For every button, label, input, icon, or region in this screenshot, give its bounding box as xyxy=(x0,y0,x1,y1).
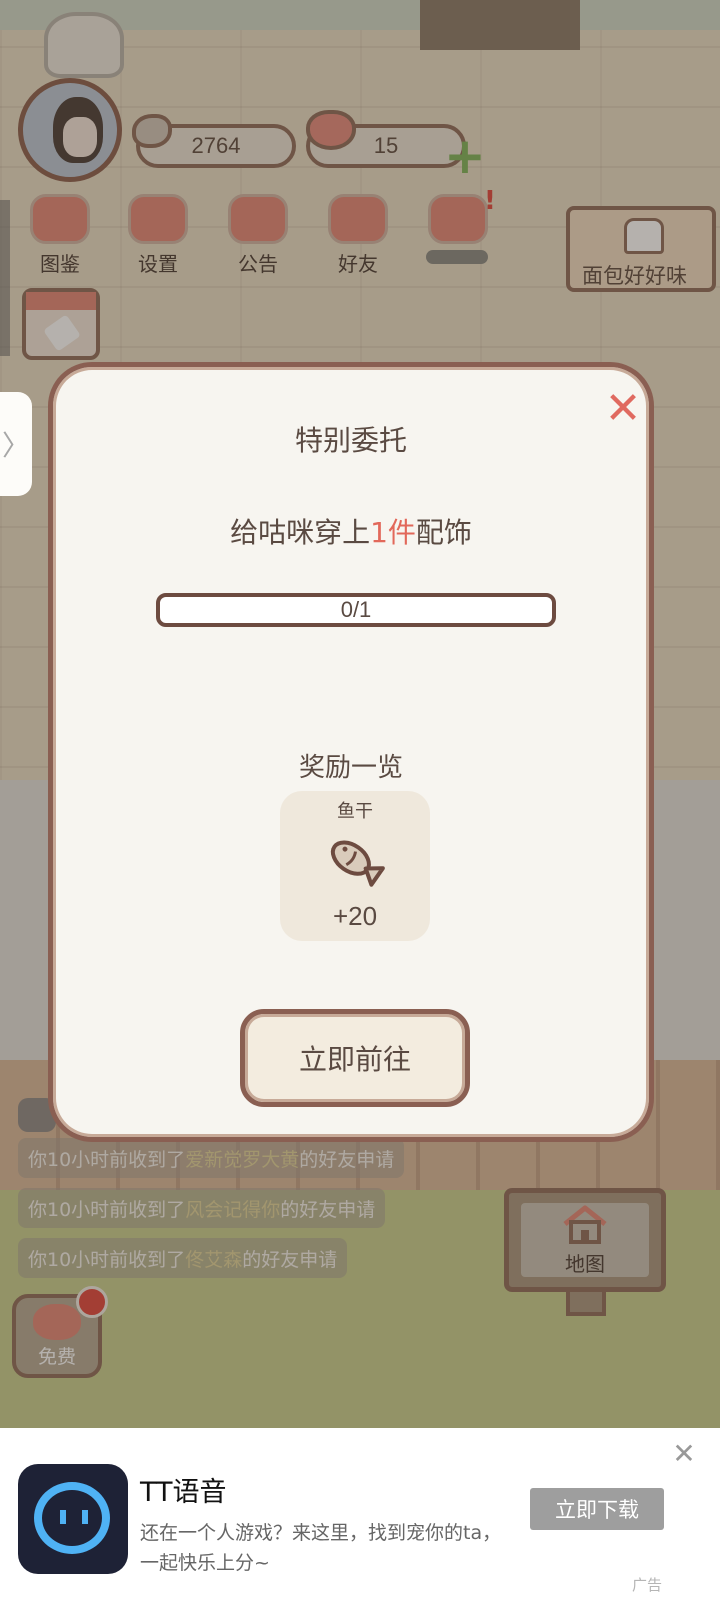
ad-description: 还在一个人游戏？来这里，找到宠你的ta，一起快乐上分~ xyxy=(140,1522,502,1574)
ad-title[interactable]: TT语音 xyxy=(140,1470,227,1509)
reward-name: 鱼干 xyxy=(337,801,373,822)
ad-label: 广告 xyxy=(632,1576,663,1594)
task-highlight: 1件 xyxy=(370,516,416,549)
close-icon[interactable]: ✕ xyxy=(601,387,645,431)
app-icon-eyes xyxy=(60,1510,88,1524)
reward-amount: +20 xyxy=(332,901,378,931)
tt-voice-app-icon[interactable] xyxy=(18,1464,128,1574)
progress-text: 0/1 xyxy=(340,597,372,622)
ad-banner[interactable]: TT语音 还在一个人游戏？来这里，找到宠你的ta，一起快乐上分~ 立即下载 ✕ … xyxy=(0,1428,720,1608)
side-expand-tab[interactable]: 〉 xyxy=(0,392,32,496)
reward-section-title: 奖励一览 xyxy=(298,753,403,783)
task-progress-bar: 0/1 xyxy=(156,593,556,627)
task-prefix: 给咕咪穿上 xyxy=(230,516,371,549)
go-now-button[interactable]: 立即前往 xyxy=(240,1009,470,1107)
dialog-title: 特别委托 xyxy=(294,424,407,457)
fish-icon xyxy=(330,840,385,887)
reward-card: 鱼干 +20 xyxy=(280,791,430,941)
task-suffix: 配饰 xyxy=(415,516,472,549)
task-description: 给咕咪穿上1件配饰 xyxy=(53,511,649,551)
download-now-button[interactable]: 立即下载 xyxy=(530,1488,664,1530)
ad-close-icon[interactable]: ✕ xyxy=(670,1440,698,1468)
special-commission-dialog: 特别委托 ✕ 给咕咪穿上1件配饰 0/1 奖励一览 鱼干 +20 立即前往 xyxy=(48,362,654,1142)
